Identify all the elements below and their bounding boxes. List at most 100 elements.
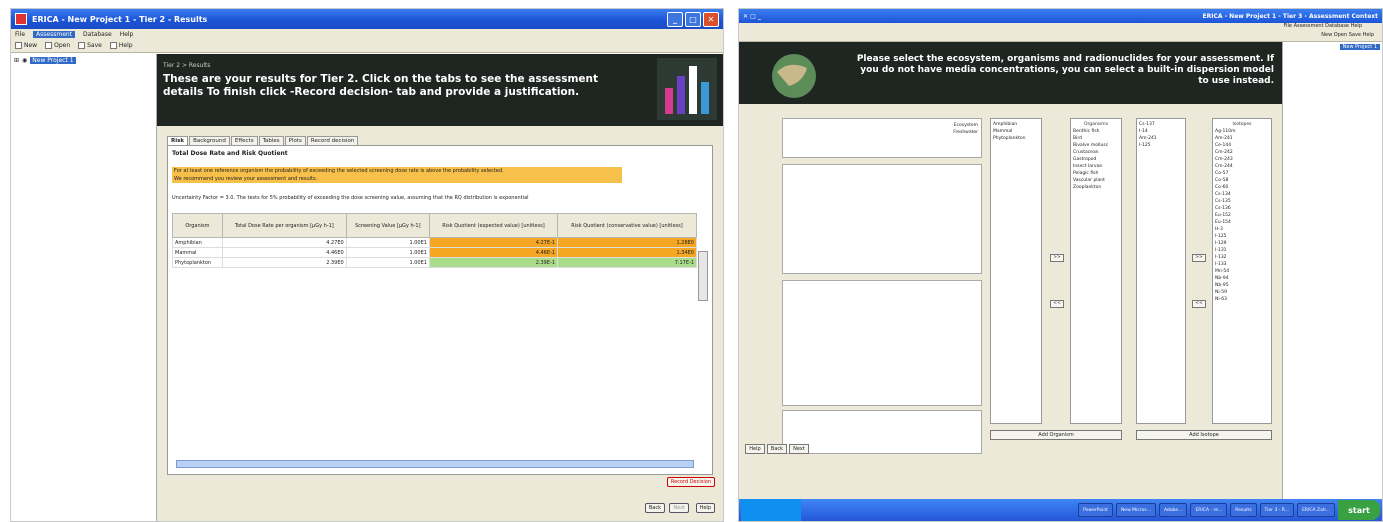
list-item[interactable]: Am-241 (1215, 135, 1269, 142)
back-button[interactable]: Back (767, 444, 787, 454)
window-controls[interactable]: ✕ □ _ (743, 13, 761, 20)
start-button[interactable]: start (1338, 500, 1380, 520)
list-item[interactable]: H-3 (1215, 226, 1269, 233)
list-item[interactable]: Ce-144 (1215, 142, 1269, 149)
list-item[interactable]: Cs-137 (1139, 121, 1183, 128)
menu-bar[interactable]: File Assessment Database Help (739, 23, 1382, 32)
list-item[interactable]: Insect larvae (1073, 163, 1119, 170)
ecosystem-select[interactable]: Freshwater (786, 129, 978, 136)
tab-tables[interactable]: Tables (258, 136, 284, 145)
list-item[interactable]: I-125 (1139, 142, 1183, 149)
list-item[interactable]: I-131 (1215, 247, 1269, 254)
taskbar-item[interactable]: ERICA - re... (1190, 503, 1228, 517)
record-decision-button[interactable]: Record Decision (666, 477, 715, 487)
remove-isotope-arrow-button[interactable]: << (1192, 300, 1206, 308)
col-total-dose[interactable]: Total Dose Rate per organism [µGy h-1] (221, 213, 347, 238)
help-button[interactable]: Help (695, 503, 715, 513)
list-item[interactable]: Cs-134 (1215, 191, 1269, 198)
list-item[interactable]: Co-57 (1215, 170, 1269, 177)
minimize-button[interactable]: _ (667, 11, 683, 27)
col-organism[interactable]: Organism (172, 213, 223, 238)
taskbar-item[interactable]: Adobe... (1158, 503, 1188, 517)
list-item[interactable]: Benthic fish (1073, 128, 1119, 135)
next-button[interactable]: Next (669, 503, 689, 513)
list-item[interactable]: Nb-95 (1215, 282, 1269, 289)
tree-node-project[interactable]: ⊞ ◉ New Project 1 (14, 57, 76, 64)
next-button[interactable]: Next (789, 444, 809, 454)
toolbar-new-button[interactable]: New (15, 42, 37, 49)
maximize-button[interactable]: □ (685, 11, 701, 27)
menu-assessment[interactable]: Assessment (33, 30, 76, 38)
list-item[interactable]: Crustacean (1073, 149, 1119, 156)
add-organism-arrow-button[interactable]: >> (1050, 254, 1064, 262)
tree-node-project[interactable]: New Project 1 (1339, 44, 1380, 50)
list-item[interactable]: Cm-243 (1215, 156, 1269, 163)
close-button[interactable]: ✕ (703, 11, 719, 27)
list-item[interactable]: Amphibian (993, 121, 1039, 128)
list-item[interactable]: I-133 (1215, 261, 1269, 268)
list-item[interactable]: Eu-154 (1215, 219, 1269, 226)
list-item[interactable]: Cs-136 (1215, 205, 1269, 212)
back-button[interactable]: Back (644, 503, 665, 513)
expand-icon[interactable]: ⊞ (14, 57, 19, 64)
toolbar[interactable]: New Open Save Help (739, 32, 1382, 42)
list-item[interactable]: Nb-94 (1215, 275, 1269, 282)
list-item[interactable]: I-129 (1215, 240, 1269, 247)
table-row[interactable]: Phytoplankton 2.39E0 1.00E1 2.39E-1 7.17… (172, 257, 697, 268)
add-isotope-button[interactable]: Add Isotope (1136, 430, 1272, 440)
tab-record-decision[interactable]: Record decision (306, 136, 359, 145)
taskbar-item[interactable]: ERICA Zah... (1297, 503, 1335, 517)
list-item[interactable]: Eu-152 (1215, 212, 1269, 219)
list-item[interactable]: I-125 (1215, 233, 1269, 240)
remove-organism-arrow-button[interactable]: << (1050, 300, 1064, 308)
tab-background[interactable]: Background (189, 136, 230, 145)
add-isotope-arrow-button[interactable]: >> (1192, 254, 1206, 262)
table-row[interactable]: Amphibian 4.27E0 1.00E1 4.27E-1 1.28E0 (172, 237, 697, 248)
toolbar-open-button[interactable]: Open (45, 42, 70, 49)
list-item[interactable]: Ni-63 (1215, 296, 1269, 303)
menu-database[interactable]: Database (83, 31, 112, 38)
tab-plots[interactable]: Plots (284, 136, 306, 145)
list-item[interactable]: Vascular plant (1073, 177, 1119, 184)
list-item[interactable]: Mammal (993, 128, 1039, 135)
list-item[interactable]: Cs-135 (1215, 198, 1269, 205)
list-item[interactable]: Am-241 (1139, 135, 1183, 142)
list-item[interactable]: Co-58 (1215, 177, 1269, 184)
list-item[interactable]: Mn-54 (1215, 268, 1269, 275)
tab-risk[interactable]: Risk (167, 136, 189, 145)
taskbar-item[interactable]: Tier 3 - R... (1259, 503, 1295, 517)
table-row[interactable]: Mammal 4.46E0 1.00E1 4.46E-1 1.34E0 (172, 247, 697, 258)
list-item[interactable]: Co-60 (1215, 184, 1269, 191)
horizontal-scrollbar[interactable] (176, 460, 694, 468)
list-item[interactable]: Phytoplankton (993, 135, 1039, 142)
list-item[interactable]: Ag-110m (1215, 128, 1269, 135)
isotopes-available-list[interactable]: Isotopes Ag-110m Am-241 Ce-144 Cm-242 Cm… (1212, 118, 1272, 424)
list-item[interactable]: Pelagic fish (1073, 170, 1119, 177)
isotopes-selected-list[interactable]: Cs-137 I-14 Am-241 I-125 (1136, 118, 1186, 424)
taskbar-item[interactable]: Results (1230, 503, 1257, 517)
tab-effects[interactable]: Effects (230, 136, 258, 145)
list-item[interactable]: I-14 (1139, 128, 1183, 135)
list-item[interactable]: Cm-244 (1215, 163, 1269, 170)
list-item[interactable]: Zooplankton (1073, 184, 1119, 191)
organisms-selected-list[interactable]: Amphibian Mammal Phytoplankton (990, 118, 1042, 424)
toolbar-help-button[interactable]: Help (109, 42, 133, 49)
help-button[interactable]: Help (745, 444, 765, 454)
toolbar-save-button[interactable]: Save (78, 42, 102, 49)
list-item[interactable]: Cm-242 (1215, 149, 1269, 156)
list-item[interactable]: I-132 (1215, 254, 1269, 261)
taskbar-item[interactable]: PowerPoint (1078, 503, 1113, 517)
list-item[interactable]: Gastropod (1073, 156, 1119, 163)
taskbar-item[interactable]: New Micros... (1115, 503, 1156, 517)
col-rq-conservative[interactable]: Risk Quotient (conservative value) [unit… (557, 213, 697, 238)
list-item[interactable]: Bird (1073, 135, 1119, 142)
col-rq-expected[interactable]: Risk Quotient (expected value) [unitless… (428, 213, 559, 238)
menu-help[interactable]: Help (120, 31, 134, 38)
list-item[interactable]: Ni-59 (1215, 289, 1269, 296)
vertical-scrollbar[interactable] (698, 251, 708, 301)
list-item[interactable]: Bivalve mollusc (1073, 142, 1119, 149)
organisms-available-list[interactable]: Organisms Benthic fish Bird Bivalve moll… (1070, 118, 1122, 424)
menu-file[interactable]: File (15, 31, 25, 38)
col-screening[interactable]: Screening Value [µGy h-1] (345, 213, 430, 238)
add-organism-button[interactable]: Add Organism (990, 430, 1122, 440)
